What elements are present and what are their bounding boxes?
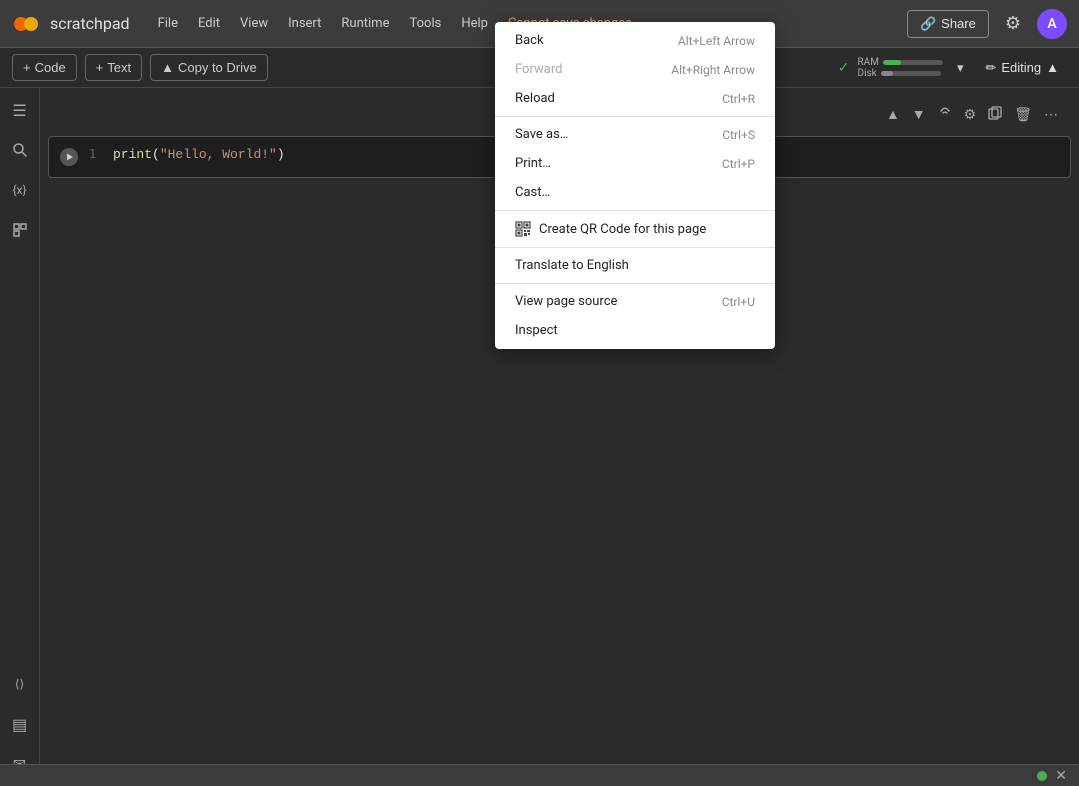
plus-text-icon: + (96, 60, 104, 75)
menu-runtime[interactable]: Runtime (333, 12, 397, 35)
translate-label: Translate to English (515, 258, 629, 273)
cell-settings-button[interactable]: ⚙ (959, 103, 982, 126)
status-dot (1037, 771, 1047, 781)
app-logo (12, 10, 40, 38)
context-menu-forward: Forward Alt+Right Arrow (495, 55, 775, 84)
context-menu-save-as[interactable]: Save as… Ctrl+S (495, 120, 775, 149)
ram-progress-fill (883, 60, 901, 65)
cast-label: Cast… (515, 185, 550, 200)
ram-label: RAM (858, 57, 879, 68)
expand-ram-button[interactable]: ▾ (951, 56, 970, 80)
menu-edit[interactable]: Edit (190, 12, 228, 35)
context-menu-view-source[interactable]: View page source Ctrl+U (495, 287, 775, 316)
context-menu-back[interactable]: Back Alt+Left Arrow (495, 26, 775, 55)
link-cell-button[interactable] (933, 103, 957, 126)
chevron-up-icon: ▲ (1046, 60, 1059, 75)
pencil-icon: ✏ (985, 60, 996, 76)
menu-insert[interactable]: Insert (280, 12, 329, 35)
divider-3 (495, 247, 775, 248)
ram-disk-info: RAM Disk (858, 57, 943, 79)
qr-icon (515, 221, 531, 237)
top-right-actions: 🔗 Share ⚙ A (907, 9, 1067, 39)
plus-code-icon: + (23, 60, 31, 75)
inspect-label: Inspect (515, 323, 558, 338)
divider-4 (495, 283, 775, 284)
add-code-button[interactable]: + Code (12, 54, 77, 81)
sidebar-icon-sections[interactable] (6, 216, 34, 244)
disk-progress-fill (881, 71, 893, 76)
check-icon: ✓ (838, 60, 850, 76)
sidebar-icon-menu[interactable]: ☰ (6, 96, 34, 124)
context-menu-inspect[interactable]: Inspect (495, 316, 775, 345)
view-source-shortcut: Ctrl+U (722, 295, 755, 309)
back-shortcut: Alt+Left Arrow (678, 34, 755, 48)
forward-shortcut: Alt+Right Arrow (671, 63, 755, 77)
run-cell-button[interactable] (57, 145, 81, 169)
line-number: 1 (89, 145, 105, 161)
cell-toolbar: ▲ ▼ ⚙ 🗑 ⋯ (873, 96, 1071, 132)
code-function: print (113, 147, 152, 162)
sidebar-icon-search[interactable] (6, 136, 34, 164)
move-up-button[interactable]: ▲ (881, 103, 905, 125)
code-open-paren: ( (152, 147, 160, 162)
sidebar-icon-terminal[interactable]: ▤ (6, 710, 34, 738)
menu-tools[interactable]: Tools (401, 12, 449, 35)
code-string: "Hello, World!" (160, 147, 277, 162)
sidebar-icon-code[interactable]: ⟨⟩ (6, 670, 34, 698)
settings-button[interactable]: ⚙ (1001, 9, 1025, 38)
context-menu-translate[interactable]: Translate to English (495, 251, 775, 280)
toolbar-right: ✓ RAM Disk ▾ ✏ Editing ▲ (838, 56, 1067, 80)
code-content[interactable]: print("Hello, World!") (113, 145, 285, 165)
context-menu-reload[interactable]: Reload Ctrl+R (495, 84, 775, 113)
add-text-button[interactable]: + Text (85, 54, 142, 81)
forward-label: Forward (515, 62, 562, 77)
copy-to-drive-button[interactable]: ▲ Copy to Drive (150, 54, 268, 81)
copy-cell-button[interactable] (983, 103, 1007, 126)
code-close-paren: ) (277, 147, 285, 162)
disk-label: Disk (858, 68, 877, 79)
bottom-bar: ✕ (0, 764, 1079, 786)
back-label: Back (515, 33, 544, 48)
left-sidebar: ☰ {x} ⟨⟩ ▤ ✉ (0, 88, 40, 786)
divider-1 (495, 116, 775, 117)
menu-help[interactable]: Help (453, 12, 496, 35)
menu-file[interactable]: File (150, 12, 186, 35)
ram-progress (883, 60, 943, 65)
app-title: scratchpad (50, 14, 130, 33)
close-icon[interactable]: ✕ (1055, 768, 1067, 784)
editing-label: Editing (1001, 60, 1041, 75)
add-text-label: Text (107, 60, 131, 75)
context-menu-qr-code[interactable]: Create QR Code for this page (495, 214, 775, 244)
save-as-shortcut: Ctrl+S (722, 128, 755, 142)
menu-view[interactable]: View (232, 12, 276, 35)
context-menu-cast[interactable]: Cast… (495, 178, 775, 207)
context-menu: Back Alt+Left Arrow Forward Alt+Right Ar… (495, 22, 775, 349)
view-source-label: View page source (515, 294, 617, 309)
divider-2 (495, 210, 775, 211)
context-menu-print[interactable]: Print… Ctrl+P (495, 149, 775, 178)
reload-shortcut: Ctrl+R (722, 92, 755, 106)
print-shortcut: Ctrl+P (722, 157, 755, 171)
add-code-label: Code (35, 60, 66, 75)
copy-drive-label: Copy to Drive (178, 60, 257, 75)
share-link-icon: 🔗 (920, 16, 936, 32)
more-cell-options-button[interactable]: ⋯ (1039, 103, 1063, 126)
share-label: Share (941, 16, 976, 31)
editing-button[interactable]: ✏ Editing ▲ (977, 56, 1067, 80)
share-button[interactable]: 🔗 Share (907, 10, 989, 38)
drive-icon: ▲ (161, 60, 174, 75)
delete-cell-button[interactable]: 🗑 (1009, 103, 1037, 126)
reload-label: Reload (515, 91, 555, 106)
print-label: Print… (515, 156, 551, 171)
save-as-label: Save as… (515, 127, 569, 142)
disk-progress (881, 71, 941, 76)
sidebar-icon-variables[interactable]: {x} (6, 176, 34, 204)
user-avatar[interactable]: A (1037, 9, 1067, 39)
move-down-button[interactable]: ▼ (907, 103, 931, 125)
qr-code-label: Create QR Code for this page (539, 222, 706, 237)
